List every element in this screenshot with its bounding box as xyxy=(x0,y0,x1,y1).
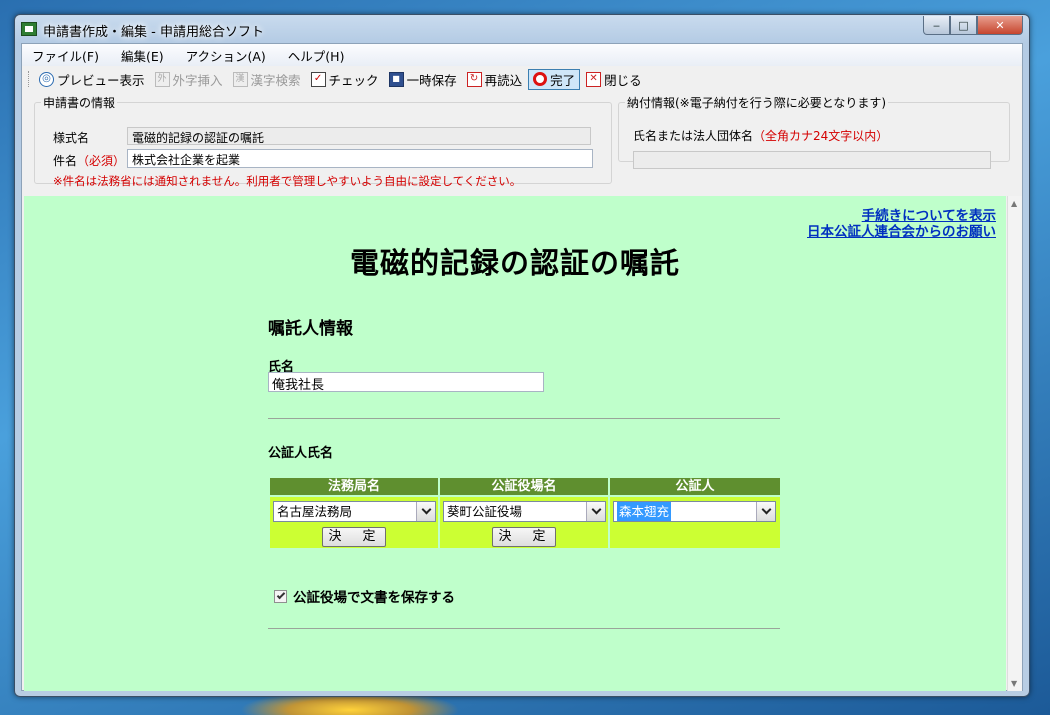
payer-name-input[interactable] xyxy=(633,151,991,169)
gaiji-label: 外字挿入 xyxy=(172,72,223,88)
chevron-down-icon[interactable] xyxy=(416,502,435,521)
notary-header: 公証人 xyxy=(610,478,780,495)
association-request-link[interactable]: 日本公証人連合会からのお願い xyxy=(807,224,996,240)
subject-label-text: 件名 xyxy=(53,154,78,168)
reload-label: 再読込 xyxy=(484,72,523,88)
done-label: 完了 xyxy=(550,72,576,88)
app-icon xyxy=(21,22,37,36)
bureau-select[interactable]: 名古屋法務局 xyxy=(273,501,436,522)
application-info-group: 申請書の情報 様式名 電磁的記録の認証の嘱託 件名（必須） 株式会社企業を起業 … xyxy=(34,94,612,188)
form-content-area: 手続きについてを表示 日本公証人連合会からのお願い 電磁的記録の認証の嘱託 嘱託… xyxy=(24,196,1006,691)
window-title: 申請書作成・編集 - 申請用総合ソフト xyxy=(43,25,264,40)
divider xyxy=(268,628,780,629)
office-header: 公証役場名 xyxy=(440,478,608,495)
kanji-label: 漢字検索 xyxy=(250,72,301,88)
floppy-disk-icon: ■ xyxy=(388,71,404,87)
office-select-value: 葵町公証役場 xyxy=(447,504,523,519)
help-links: 手続きについてを表示 日本公証人連合会からのお願い xyxy=(807,208,996,240)
notary-cell: 森本翅充 xyxy=(610,497,780,548)
client-area: ファイル(F) 編集(E) アクション(A) ヘルプ(H) ◎ プレビュー表示 … xyxy=(21,43,1023,691)
subject-input[interactable]: 株式会社企業を起業 xyxy=(127,149,593,168)
application-info-legend: 申請書の情報 xyxy=(43,96,116,110)
bureau-decide-button[interactable]: 決 定 xyxy=(322,527,386,547)
notary-select-value: 森本翅充 xyxy=(617,502,672,521)
menu-edit[interactable]: 編集(E) xyxy=(121,46,164,65)
notary-selection-table: 法務局名 名古屋法務局 決 定 公証役場名 葵町公証役場 決 定 公証人 森本翅… xyxy=(270,478,780,548)
toolbar: ◎ プレビュー表示 外 外字挿入 漢 漢字検索 ✓ チェック ■ 一時保存 ↻ … xyxy=(22,66,1022,92)
save-at-office-row[interactable]: 公証役場で文書を保存する xyxy=(274,586,455,606)
window-controls: ‒ □ ✕ xyxy=(923,16,1023,35)
office-column: 公証役場名 葵町公証役場 決 定 xyxy=(440,478,608,548)
menu-help[interactable]: ヘルプ(H) xyxy=(288,46,345,65)
payment-info-legend: 納付情報(※電子納付を行う際に必要となります) xyxy=(627,96,887,110)
bureau-cell: 名古屋法務局 決 定 xyxy=(270,497,438,548)
preview-icon: ◎ xyxy=(39,71,54,87)
form-name-value: 電磁的記録の認証の嘱託 xyxy=(127,127,591,145)
menu-action[interactable]: アクション(A) xyxy=(186,46,266,65)
notary-label: 公証人氏名 xyxy=(268,446,334,461)
check-button[interactable]: ✓ チェック xyxy=(307,69,383,90)
done-button[interactable]: 完了 xyxy=(528,68,581,90)
page-title: 電磁的記録の認証の嘱託 xyxy=(349,246,680,280)
payer-name-label: 氏名または法人団体名（全角カナ24文字以内） xyxy=(633,127,888,144)
office-select[interactable]: 葵町公証役場 xyxy=(443,501,606,522)
bureau-header: 法務局名 xyxy=(270,478,438,495)
chevron-down-icon[interactable] xyxy=(756,502,775,521)
close-window-button[interactable]: ✕ xyxy=(977,16,1023,35)
payer-name-hint: （全角カナ24文字以内） xyxy=(753,129,889,143)
preview-label: プレビュー表示 xyxy=(57,72,145,88)
payer-name-label-text: 氏名または法人団体名 xyxy=(633,129,754,143)
name-input[interactable]: 俺我社長 xyxy=(268,372,544,393)
scroll-up-icon[interactable]: ▲ xyxy=(1011,199,1017,208)
vertical-scrollbar[interactable]: ▲ ▼ xyxy=(1007,196,1022,691)
divider xyxy=(268,418,780,419)
gaiji-icon: 外 xyxy=(154,71,170,87)
procedure-link[interactable]: 手続きについてを表示 xyxy=(807,208,996,224)
circle-icon xyxy=(533,72,548,86)
form-name-label: 様式名 xyxy=(53,131,90,145)
scroll-down-icon[interactable]: ▼ xyxy=(1011,679,1017,688)
maximize-button[interactable]: □ xyxy=(950,16,977,35)
bureau-column: 法務局名 名古屋法務局 決 定 xyxy=(270,478,438,548)
chevron-down-icon[interactable] xyxy=(586,502,605,521)
close-icon: ✕ xyxy=(586,71,602,87)
menu-bar: ファイル(F) 編集(E) アクション(A) ヘルプ(H) xyxy=(22,44,1022,66)
minimize-button[interactable]: ‒ xyxy=(923,16,950,35)
close-button[interactable]: ✕ 閉じる xyxy=(582,69,646,90)
preview-button[interactable]: ◎ プレビュー表示 xyxy=(35,69,149,90)
payment-info-group: 納付情報(※電子納付を行う際に必要となります) 氏名または法人団体名（全角カナ2… xyxy=(618,94,1010,169)
check-label: チェック xyxy=(328,72,379,88)
save-at-office-checkbox[interactable] xyxy=(274,589,287,603)
reload-button[interactable]: ↻ 再読込 xyxy=(463,69,527,90)
checkmark-icon xyxy=(276,590,285,600)
section-title: 嘱託人情報 xyxy=(268,319,353,339)
temp-save-button[interactable]: ■ 一時保存 xyxy=(385,69,461,90)
toolbar-grip[interactable] xyxy=(28,71,31,87)
notary-column: 公証人 森本翅充 xyxy=(610,478,780,548)
title-bar[interactable]: 申請書作成・編集 - 申請用総合ソフト ‒ □ ✕ xyxy=(15,15,1029,43)
application-window: 申請書作成・編集 - 申請用総合ソフト ‒ □ ✕ ファイル(F) 編集(E) … xyxy=(14,14,1030,697)
office-cell: 葵町公証役場 決 定 xyxy=(440,497,608,548)
save-at-office-label: 公証役場で文書を保存する xyxy=(293,590,455,606)
temp-save-label: 一時保存 xyxy=(406,72,457,88)
kanji-search-button: 漢 漢字検索 xyxy=(229,69,305,90)
kanji-icon: 漢 xyxy=(232,71,248,87)
notary-select[interactable]: 森本翅充 xyxy=(613,501,776,522)
office-decide-button[interactable]: 決 定 xyxy=(492,527,556,547)
subject-note: ※件名は法務省には通知されません。利用者で管理しやすいよう自由に設定してください… xyxy=(53,174,522,188)
bureau-select-value: 名古屋法務局 xyxy=(277,504,353,519)
reload-icon: ↻ xyxy=(466,71,482,87)
subject-label: 件名（必須） xyxy=(53,152,125,169)
gaiji-insert-button: 外 外字挿入 xyxy=(151,69,227,90)
menu-file[interactable]: ファイル(F) xyxy=(32,46,99,65)
close-label: 閉じる xyxy=(604,72,642,88)
required-marker: （必須） xyxy=(77,154,126,168)
checkmark-icon: ✓ xyxy=(310,71,326,87)
